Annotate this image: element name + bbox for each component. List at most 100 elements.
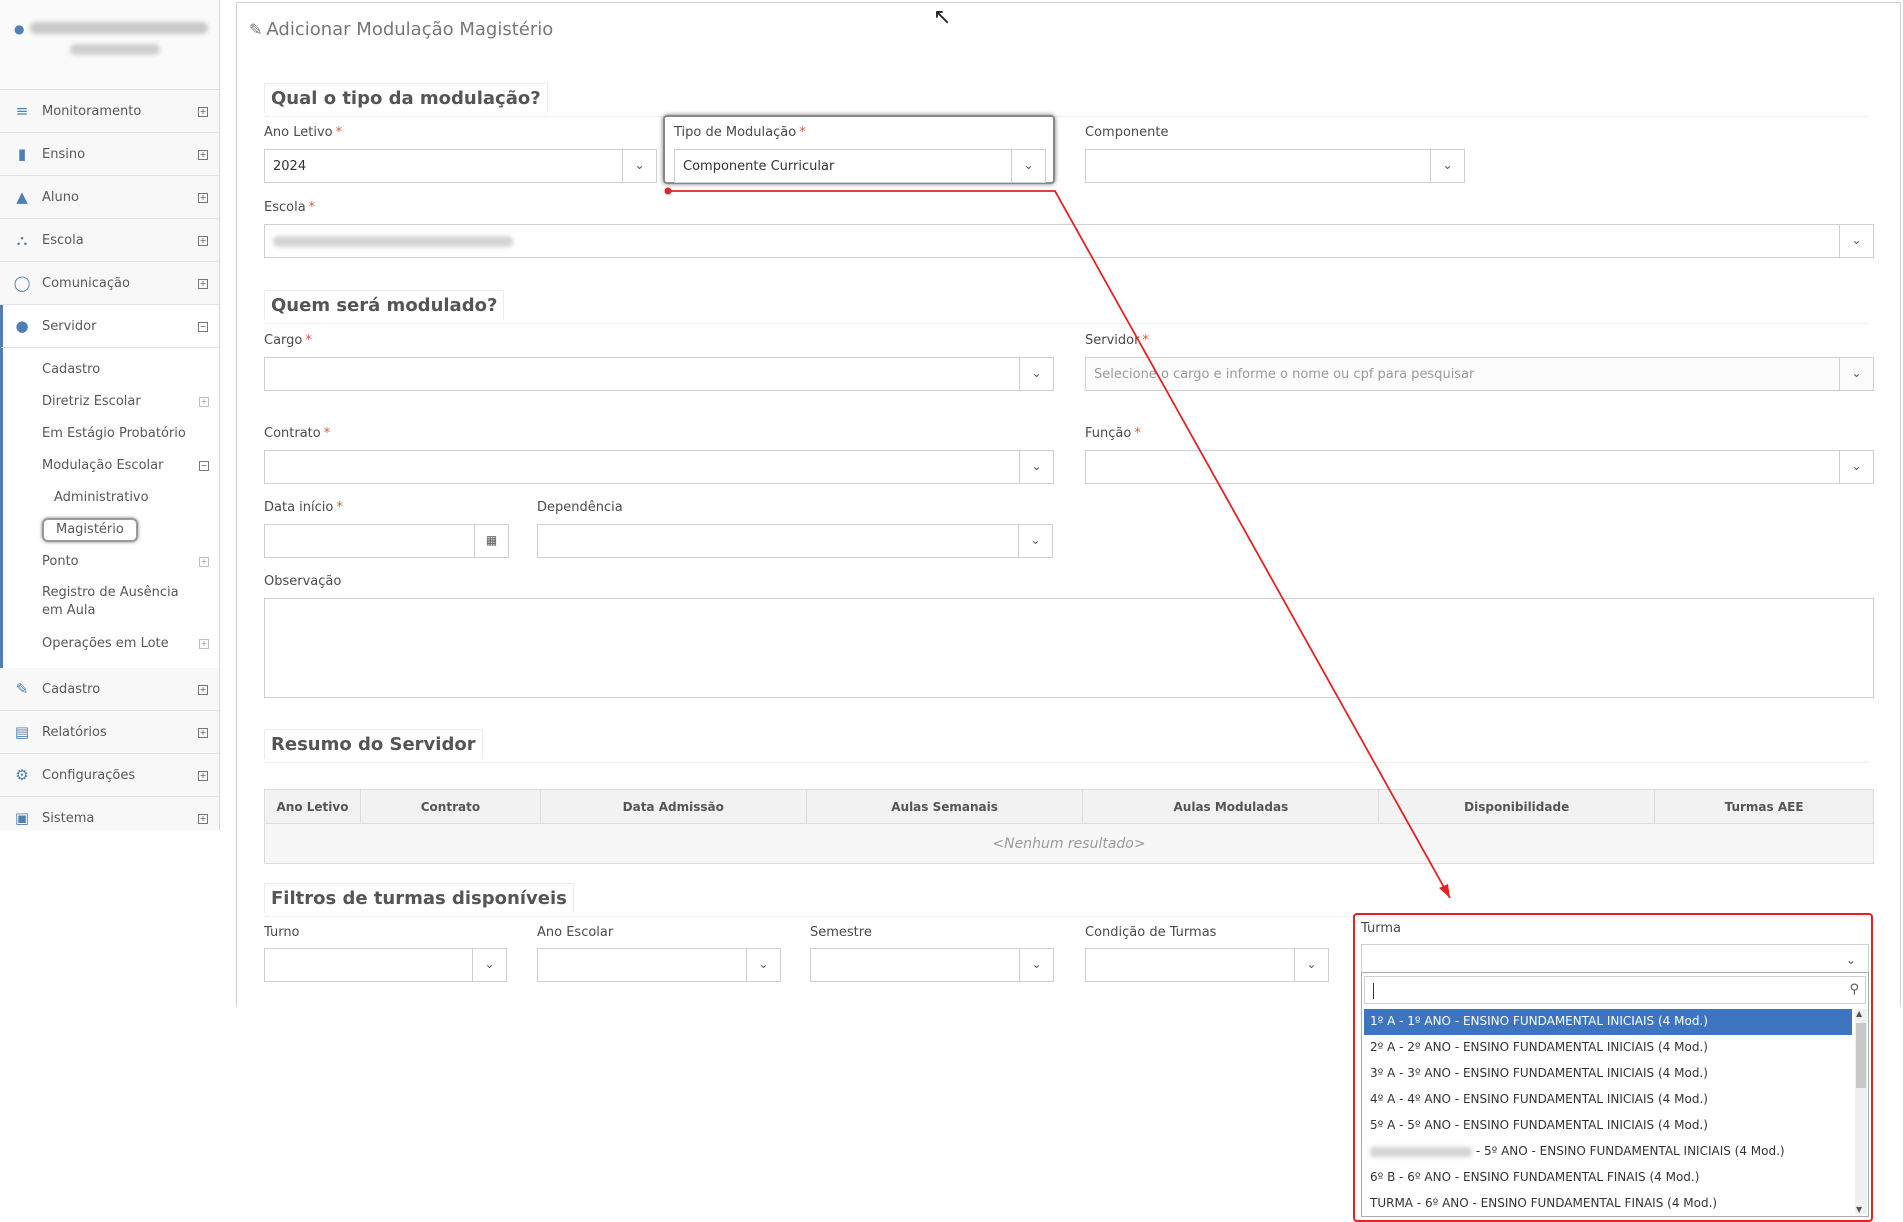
dependencia-select[interactable]: ⌄ <box>537 524 1053 558</box>
dropdown-scrollbar[interactable]: ▲ ▼ <box>1855 1009 1867 1214</box>
funcao-label: Função * <box>1085 426 1141 441</box>
expand-icon: + <box>199 639 209 649</box>
sidebar: ● ≡ Monitoramento + ▮ Ensino + ▲ Aluno +… <box>0 0 220 830</box>
data-inicio-input[interactable]: ▦ <box>264 524 509 558</box>
condicao-select[interactable]: ⌄ <box>1085 948 1329 982</box>
observacao-label: Observação <box>264 574 342 589</box>
componente-select[interactable]: ⌄ <box>1085 149 1465 183</box>
contrato-select[interactable]: ⌄ <box>264 450 1054 484</box>
sidebar-item-aluno[interactable]: ▲ Aluno + <box>0 176 219 219</box>
chevron-down-icon: ⌄ <box>622 150 656 182</box>
cargo-select[interactable]: ⌄ <box>264 357 1054 391</box>
sidebar-subitem-registro[interactable]: Registro de Ausência em Aula <box>3 578 219 628</box>
col-turmas-aee[interactable]: Turmas AEE <box>1654 789 1874 824</box>
expand-icon: + <box>198 728 208 738</box>
user-icon: ● <box>14 22 25 36</box>
chevron-down-icon: ⌄ <box>1839 225 1873 257</box>
sidebar-subitem-modulacao[interactable]: Modulação Escolar − <box>3 450 219 482</box>
main-content: ✎ Adicionar Modulação Magistério Qual o t… <box>236 2 1901 1007</box>
chevron-down-icon: ⌄ <box>1019 451 1053 483</box>
condicao-label: Condição de Turmas <box>1085 925 1217 940</box>
ano-letivo-select[interactable]: 2024 ⌄ <box>264 149 657 183</box>
chevron-down-icon: ⌄ <box>1294 949 1328 981</box>
sidebar-item-escola[interactable]: ⛬ Escola + <box>0 219 219 262</box>
expand-icon: + <box>198 279 208 289</box>
sidebar-subitem-estagio[interactable]: Em Estágio Probatório <box>3 418 219 450</box>
sidebar-subitem-magisterio[interactable]: Magistério <box>3 514 219 546</box>
sidebar-item-ensino[interactable]: ▮ Ensino + <box>0 133 219 176</box>
contrato-label: Contrato * <box>264 426 331 441</box>
col-data-admissao[interactable]: Data Admissão <box>539 789 807 824</box>
chevron-down-icon: ⌄ <box>1019 358 1053 390</box>
tipo-modulacao-label: Tipo de Modulação * <box>674 125 806 140</box>
servidor-select[interactable]: Selecione o cargo e informe o nome ou cp… <box>1085 357 1874 391</box>
chevron-down-icon: ⌄ <box>1430 150 1464 182</box>
col-disponibilidade[interactable]: Disponibilidade <box>1378 789 1656 824</box>
turma-option[interactable]: 2º A - 2º ANO - ENSINO FUNDAMENTAL INICI… <box>1364 1035 1852 1061</box>
expand-icon: + <box>198 193 208 203</box>
cargo-label: Cargo * <box>264 333 312 348</box>
turma-option[interactable]: - 5º ANO - ENSINO FUNDAMENTAL INICIAIS (… <box>1364 1139 1852 1165</box>
section-resumo: Resumo do Servidor <box>264 729 1869 763</box>
monitor-icon: ▣ <box>14 809 30 827</box>
chevron-down-icon: ⌄ <box>1019 949 1053 981</box>
turma-option[interactable]: 3º A - 3º ANO - ENSINO FUNDAMENTAL INICI… <box>1364 1061 1852 1087</box>
mouse-cursor-icon: ↖ <box>933 5 952 30</box>
turma-label: Turma <box>1361 921 1401 936</box>
funcao-select[interactable]: ⌄ <box>1085 450 1874 484</box>
escola-select[interactable]: ⌄ <box>264 224 1874 258</box>
sidebar-item-servidor[interactable]: ● Servidor − <box>0 305 219 348</box>
chevron-down-icon: ⌄ <box>1845 953 1857 967</box>
user-info[interactable]: ● <box>0 0 219 90</box>
turma-search-input[interactable]: ⚲ <box>1364 976 1866 1004</box>
scroll-down-icon[interactable]: ▼ <box>1856 1205 1862 1214</box>
scrollbar-thumb[interactable] <box>1856 1023 1866 1088</box>
calendar-icon[interactable]: ▦ <box>474 525 508 557</box>
servidor-submenu: Cadastro Diretriz Escolar + Em Estágio Pr… <box>0 348 219 668</box>
sidebar-item-sistema[interactable]: ▣ Sistema + <box>0 797 219 830</box>
turma-options-list: 1º A - 1º ANO - ENSINO FUNDAMENTAL INICI… <box>1364 1009 1852 1217</box>
document-icon: ▤ <box>14 723 30 741</box>
sidebar-item-relatorios[interactable]: ▤ Relatórios + <box>0 711 219 754</box>
turno-label: Turno <box>264 925 300 940</box>
sidebar-item-comunicacao[interactable]: ◯ Comunicação + <box>0 262 219 305</box>
sidebar-subitem-ponto[interactable]: Ponto + <box>3 546 219 578</box>
semestre-select[interactable]: ⌄ <box>810 948 1054 982</box>
col-ano-letivo[interactable]: Ano Letivo <box>264 789 361 824</box>
dependencia-label: Dependência <box>537 500 623 515</box>
chat-icon: ◯ <box>13 274 31 292</box>
turma-option[interactable]: 6º B - 6º ANO - ENSINO FUNDAMENTAL FINAI… <box>1364 1165 1852 1191</box>
sidebar-item-cadastro[interactable]: ✎ Cadastro + <box>0 668 219 711</box>
col-aulas-moduladas[interactable]: Aulas Moduladas <box>1082 789 1380 824</box>
scroll-up-icon[interactable]: ▲ <box>1856 1009 1862 1018</box>
empty-result: <Nenhum resultado> <box>264 823 1874 864</box>
turma-option[interactable]: 5º A - 5º ANO - ENSINO FUNDAMENTAL INICI… <box>1364 1113 1852 1139</box>
tipo-modulacao-select[interactable]: Componente Curricular ⌄ <box>674 149 1046 183</box>
collapse-icon: − <box>199 461 209 471</box>
expand-icon: + <box>198 236 208 246</box>
turma-option[interactable]: 4º A - 4º ANO - ENSINO FUNDAMENTAL INICI… <box>1364 1087 1852 1113</box>
sidebar-item-monitoramento[interactable]: ≡ Monitoramento + <box>0 90 219 133</box>
edit-icon: ✎ <box>249 20 263 39</box>
col-aulas-semanais[interactable]: Aulas Semanais <box>805 789 1084 824</box>
col-contrato[interactable]: Contrato <box>359 789 541 824</box>
sidebar-subitem-diretriz[interactable]: Diretriz Escolar + <box>3 386 219 418</box>
turno-select[interactable]: ⌄ <box>264 948 507 982</box>
section-filtros: Filtros de turmas disponíveis <box>264 883 1869 917</box>
chevron-down-icon: ⌄ <box>472 949 506 981</box>
graduation-cap-icon: ▲ <box>16 188 28 206</box>
bank-icon: ⛬ <box>16 231 28 249</box>
user-icon: ● <box>15 317 29 335</box>
sidebar-subitem-cadastro[interactable]: Cadastro <box>3 354 219 386</box>
observacao-textarea[interactable] <box>264 598 1874 698</box>
sidebar-subitem-administrativo[interactable]: Administrativo <box>3 482 219 514</box>
section-quem: Quem será modulado? <box>264 290 1869 324</box>
turma-option[interactable]: TURMA - 6º ANO - ENSINO FUNDAMENTAL FINA… <box>1364 1191 1852 1217</box>
turma-option[interactable]: 1º A - 1º ANO - ENSINO FUNDAMENTAL INICI… <box>1364 1009 1852 1035</box>
sidebar-subitem-operacoes[interactable]: Operações em Lote + <box>3 628 219 660</box>
search-icon: ⚲ <box>1849 982 1859 997</box>
sidebar-item-configuracoes[interactable]: ⚙ Configurações + <box>0 754 219 797</box>
table-row: <Nenhum resultado> <box>264 823 1874 864</box>
expand-icon: + <box>198 814 208 824</box>
ano-escolar-select[interactable]: ⌄ <box>537 948 781 982</box>
